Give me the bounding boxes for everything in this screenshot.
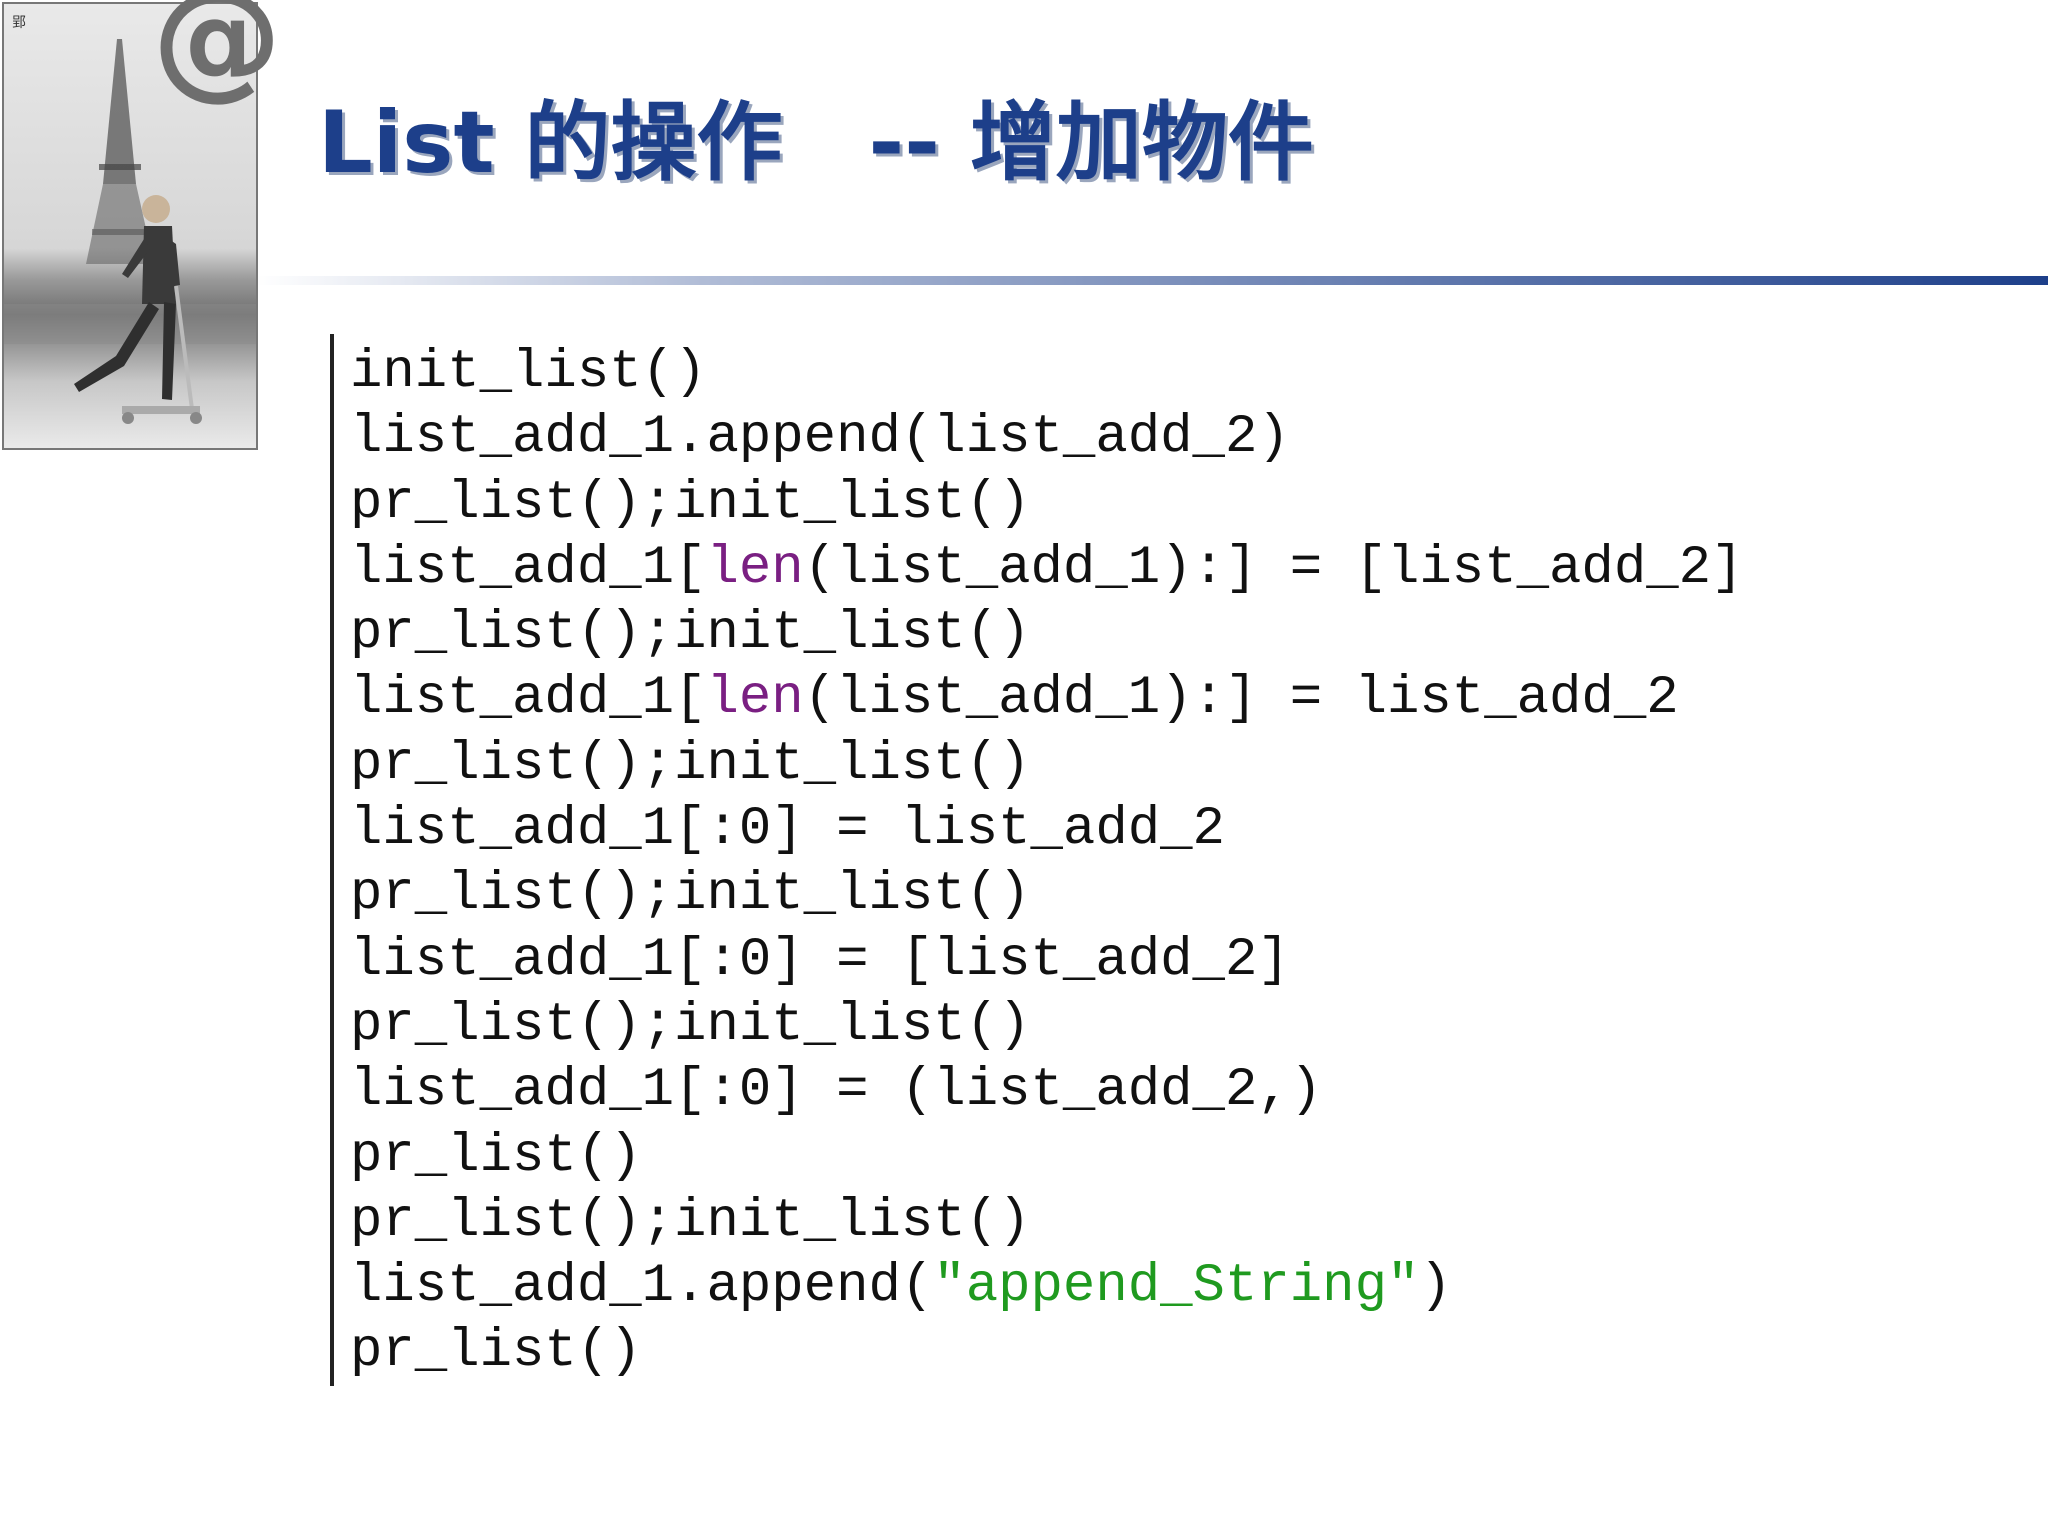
code-text: init_list() [350, 342, 707, 403]
title-divider [255, 276, 2048, 285]
code-text: pr_list();init_list() [350, 994, 1031, 1056]
code-text: list_add_1[:0] = list_add_2 [350, 799, 1225, 861]
code-line: pr_list();init_list() [350, 601, 1743, 666]
code-left-border [330, 334, 334, 1386]
code-text: pr_list();init_list() [350, 603, 1031, 665]
code-block: init_list() list_add_1.append(list_add_2)… [350, 340, 1743, 1385]
code-string: "append_String" [933, 1256, 1420, 1318]
code-text: pr_list();init_list() [350, 1190, 1031, 1252]
code-line: pr_list();init_list() [350, 862, 1743, 927]
code-line: init_list() [350, 340, 1743, 405]
code-line: pr_list();init_list() [350, 1189, 1743, 1254]
code-line: pr_list();init_list() [350, 471, 1743, 536]
code-line: pr_list() [350, 1319, 1743, 1384]
code-text: pr_list();init_list() [350, 733, 1031, 795]
code-text: pr_list() [350, 1125, 642, 1187]
code-text: list_add_1[:0] = [list_add_2] [350, 929, 1290, 991]
slide-title: List 的操作 -- 增加物件 [318, 93, 1314, 193]
code-text: (list_add_1):] = list_add_2 [803, 668, 1679, 730]
code-keyword: len [706, 668, 804, 730]
code-line: pr_list();init_list() [350, 993, 1743, 1058]
code-line: pr_list() [350, 1124, 1743, 1189]
code-line: list_add_1[:0] = (list_add_2,) [350, 1058, 1743, 1123]
code-line: list_add_1[:0] = list_add_2 [350, 797, 1743, 862]
code-line: list_add_1.append("append_String") [350, 1254, 1743, 1319]
code-text: list_add_1[ [350, 668, 707, 730]
code-text: list_add_1.append( [350, 1256, 934, 1318]
code-text: pr_list() [350, 1321, 642, 1383]
at-sign-logo: @ [152, 0, 282, 113]
code-line: list_add_1[len(list_add_1):] = list_add_… [350, 666, 1743, 731]
corner-mark: 郢 [12, 15, 26, 31]
code-text: (list_add_1):] = [list_add_2] [803, 537, 1744, 599]
code-text: list_add_1[:0] = (list_add_2,) [350, 1060, 1323, 1122]
code-line: list_add_1.append(list_add_2) [350, 405, 1743, 470]
code-line: pr_list();init_list() [350, 732, 1743, 797]
code-text: pr_list();init_list() [350, 864, 1031, 926]
code-text: pr_list();init_list() [350, 472, 1031, 534]
code-text: list_add_1.append(list_add_2) [350, 407, 1290, 469]
code-line: list_add_1[:0] = [list_add_2] [350, 928, 1743, 993]
code-line: list_add_1[len(list_add_1):] = [list_add… [350, 536, 1743, 601]
code-text: list_add_1[ [350, 537, 707, 599]
code-text: ) [1419, 1256, 1452, 1318]
code-keyword: len [706, 537, 804, 599]
